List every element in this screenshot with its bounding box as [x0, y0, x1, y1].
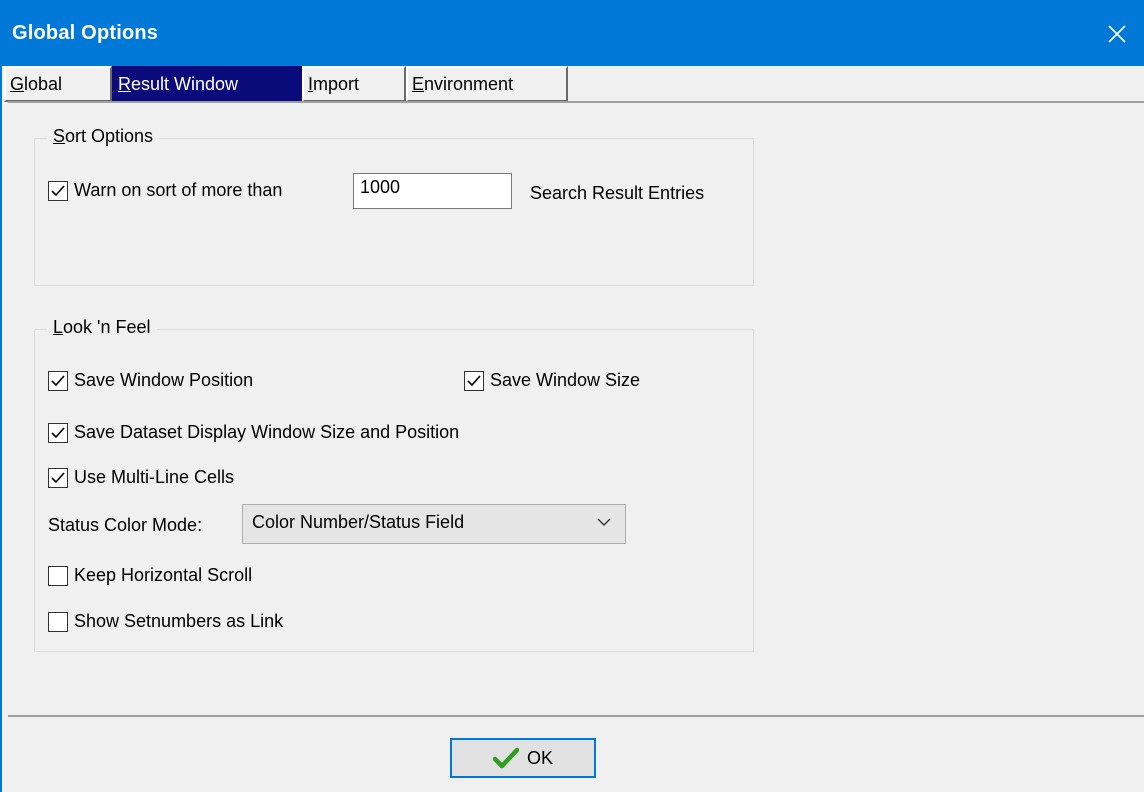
- show-setnumbers-link-checkbox[interactable]: Show Setnumbers as Link: [48, 611, 283, 632]
- save-window-position-check-box[interactable]: [48, 370, 68, 391]
- tab-page-border: [8, 101, 1144, 103]
- save-window-size-label: Save Window Size: [490, 370, 641, 390]
- chevron-down-icon: [597, 518, 611, 526]
- save-window-position-label: Save Window Position: [74, 370, 254, 390]
- warn-sort-checkbox[interactable]: Warn on sort of more than: [48, 180, 282, 201]
- checkmark-icon: [467, 374, 481, 386]
- checkmark-icon: [51, 374, 65, 386]
- use-multiline-cells-label: Use Multi-Line Cells: [74, 467, 235, 487]
- use-multiline-cells-checkbox[interactable]: Use Multi-Line Cells: [48, 467, 234, 488]
- show-setnumbers-link-check-box[interactable]: [48, 611, 68, 632]
- status-color-mode-select[interactable]: Color Number/Status Field: [242, 504, 626, 544]
- tab-result-window-label: esult Window: [131, 74, 239, 94]
- tab-import-label: mport: [313, 74, 360, 94]
- tab-environment-accel: E: [412, 74, 425, 94]
- window-border: [0, 66, 2, 792]
- tab-import[interactable]: Import: [302, 66, 406, 102]
- close-button[interactable]: [1090, 8, 1144, 60]
- keep-horizontal-scroll-label: Keep Horizontal Scroll: [74, 565, 253, 585]
- checkmark-icon: [51, 471, 65, 483]
- sort-options-accel: S: [53, 126, 66, 146]
- warn-sort-check-box[interactable]: [48, 180, 68, 201]
- window-title: Global Options: [12, 22, 159, 44]
- save-window-size-checkbox[interactable]: Save Window Size: [464, 370, 640, 391]
- ok-button[interactable]: OK: [450, 738, 596, 778]
- save-dataset-display-label: Save Dataset Display Window Size and Pos…: [74, 422, 460, 442]
- look-n-feel-label: Look 'n Feel: [47, 317, 157, 338]
- tab-result-window-accel: R: [118, 74, 131, 94]
- save-window-position-checkbox[interactable]: Save Window Position: [48, 370, 253, 391]
- checkmark-icon: [492, 747, 519, 769]
- tab-global-accel: G: [10, 74, 25, 94]
- look-n-feel-accel: L: [53, 317, 64, 337]
- tab-environment[interactable]: Environment: [406, 66, 568, 102]
- sort-options-label: Sort Options: [47, 126, 160, 147]
- save-dataset-display-check-box[interactable]: [48, 422, 68, 443]
- sort-options-label-text: ort Options: [65, 126, 154, 146]
- use-multiline-cells-check-box[interactable]: [48, 467, 68, 488]
- save-dataset-display-checkbox[interactable]: Save Dataset Display Window Size and Pos…: [48, 422, 459, 443]
- show-setnumbers-link-label: Show Setnumbers as Link: [74, 611, 284, 631]
- keep-horizontal-scroll-check-box[interactable]: [48, 565, 68, 586]
- search-result-entries-label: Search Result Entries: [530, 183, 705, 203]
- ok-button-label: OK: [526, 747, 553, 768]
- warn-sort-label: Warn on sort of more than: [74, 180, 283, 200]
- tab-global-label: lobal: [24, 74, 63, 94]
- sort-threshold-input[interactable]: 1000: [353, 173, 512, 209]
- tab-result-window[interactable]: Result Window: [112, 66, 302, 102]
- keep-horizontal-scroll-checkbox[interactable]: Keep Horizontal Scroll: [48, 565, 252, 586]
- checkmark-icon: [51, 426, 65, 438]
- save-window-size-check-box[interactable]: [464, 370, 484, 391]
- button-bar-separator: [8, 715, 1144, 717]
- tab-environment-label: nvironment: [424, 74, 514, 94]
- title-bar: Global Options: [0, 0, 1144, 66]
- look-n-feel-label-text: ook 'n Feel: [63, 317, 151, 337]
- close-icon: [1108, 25, 1126, 43]
- checkmark-icon: [51, 184, 65, 196]
- status-color-mode-value: Color Number/Status Field: [252, 512, 465, 532]
- sort-options-group: Sort Options: [34, 126, 754, 286]
- tab-global[interactable]: Global: [4, 66, 112, 102]
- status-color-mode-label: Status Color Mode:: [48, 515, 203, 535]
